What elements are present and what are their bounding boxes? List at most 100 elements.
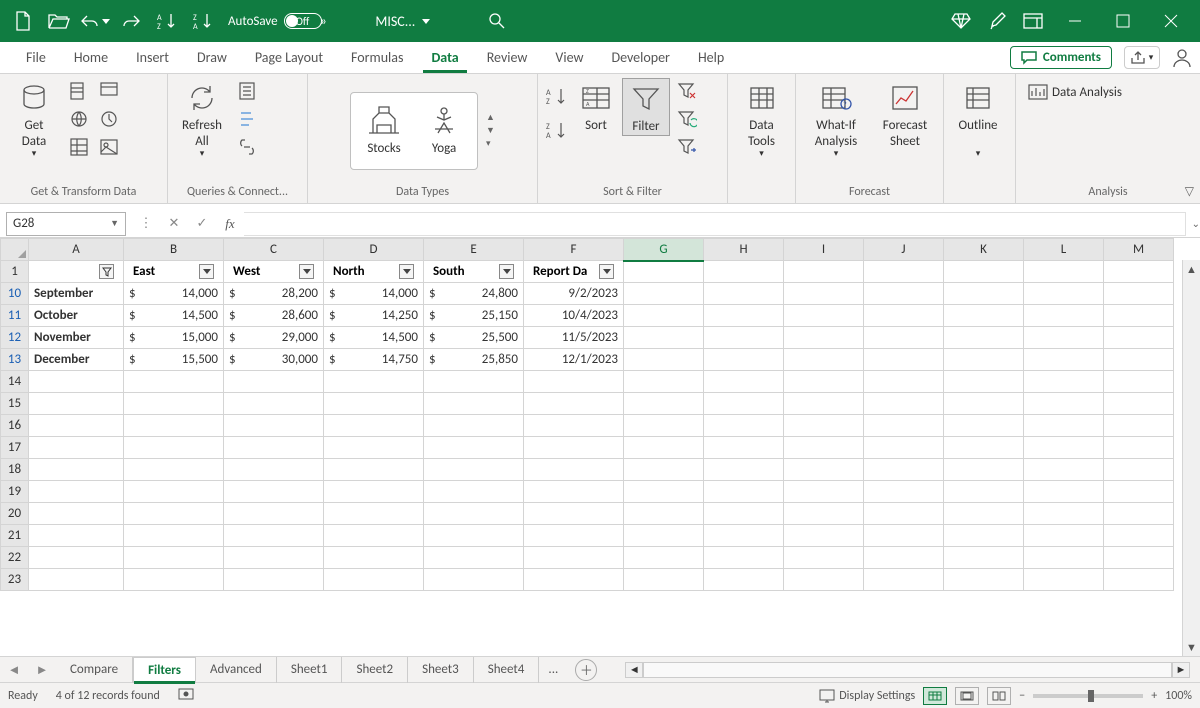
refresh-all-button[interactable]: Refresh All▾ (174, 78, 230, 160)
col-header-L[interactable]: L (1024, 239, 1104, 261)
cell-date[interactable]: 9/2/2023 (524, 283, 624, 305)
get-data-button[interactable]: Get Data▾ (6, 78, 62, 160)
worksheet-grid[interactable]: ABCDEFGHIJKLM1EastWestNorthSouthReport D… (0, 238, 1200, 656)
filter-dropdown-icon[interactable] (199, 264, 214, 279)
maximize-button[interactable] (1100, 0, 1146, 42)
row-header-23[interactable]: 23 (1, 569, 29, 591)
data-types-gallery[interactable]: Stocks Yoga (350, 92, 478, 170)
cell-north[interactable]: $14,000 (324, 283, 424, 305)
col-header-J[interactable]: J (864, 239, 944, 261)
sheet-tab-sheet3[interactable]: Sheet3 (408, 657, 474, 683)
table-header-3[interactable]: North (329, 264, 418, 279)
edit-links-icon[interactable] (234, 134, 260, 160)
sort-button[interactable]: ZA Sort (574, 78, 618, 134)
data-analysis-button[interactable]: Data Analysis (1022, 82, 1128, 102)
cell-east[interactable]: $15,000 (124, 327, 224, 349)
tab-developer[interactable]: Developer (597, 42, 683, 73)
row-header-15[interactable]: 15 (1, 393, 29, 415)
vertical-scrollbar[interactable]: ▲ ▼ (1182, 260, 1200, 656)
tab-insert[interactable]: Insert (122, 42, 183, 73)
hscroll-right[interactable]: ► (1172, 662, 1190, 678)
col-header-D[interactable]: D (324, 239, 424, 261)
tab-help[interactable]: Help (684, 42, 738, 73)
undo-button[interactable] (78, 4, 112, 38)
insert-function-icon[interactable]: fx (216, 212, 244, 236)
scroll-down[interactable]: ▼ (1183, 638, 1200, 656)
sheet-tab-filters[interactable]: Filters (133, 657, 196, 683)
reapply-icon[interactable] (674, 106, 700, 132)
tab-data[interactable]: Data (417, 42, 472, 73)
macro-record-icon[interactable] (178, 687, 194, 705)
cell-east[interactable]: $14,000 (124, 283, 224, 305)
stocks-type[interactable]: Stocks (365, 105, 403, 156)
tab-more[interactable]: ... (539, 662, 567, 677)
sort-asc-button[interactable]: AZ (544, 84, 570, 110)
cell-date[interactable]: 10/4/2023 (524, 305, 624, 327)
col-header-I[interactable]: I (784, 239, 864, 261)
sort-asc-icon[interactable]: AZ (150, 4, 184, 38)
sheet-tab-compare[interactable]: Compare (56, 657, 133, 683)
cell-west[interactable]: $29,000 (224, 327, 324, 349)
share-button[interactable]: ▾ (1124, 46, 1160, 69)
tab-draw[interactable]: Draw (183, 42, 241, 73)
cell-month[interactable]: December (29, 349, 124, 371)
col-header-A[interactable]: A (29, 239, 124, 261)
cell-month[interactable]: September (29, 283, 124, 305)
zoom-level[interactable]: 100% (1165, 689, 1192, 703)
from-text-icon[interactable] (66, 78, 92, 104)
filter-dropdown-icon[interactable] (599, 264, 614, 279)
search-icon[interactable] (480, 4, 514, 38)
tab-file[interactable]: File (12, 42, 60, 73)
row-header-16[interactable]: 16 (1, 415, 29, 437)
expand-formula-bar[interactable]: ⌄ (1192, 217, 1200, 230)
row-header-22[interactable]: 22 (1, 547, 29, 569)
sheet-tab-sheet4[interactable]: Sheet4 (474, 657, 540, 683)
row-header-18[interactable]: 18 (1, 459, 29, 481)
clear-filter-icon[interactable] (674, 78, 700, 104)
tab-review[interactable]: Review (473, 42, 542, 73)
filter-dropdown-icon[interactable] (399, 264, 414, 279)
row-header-11[interactable]: 11 (1, 305, 29, 327)
row-header-1[interactable]: 1 (1, 261, 29, 283)
from-picture-icon[interactable] (96, 134, 122, 160)
col-header-E[interactable]: E (424, 239, 524, 261)
gallery-up[interactable]: ▲ (486, 112, 495, 123)
row-header-10[interactable]: 10 (1, 283, 29, 305)
cell-month[interactable]: October (29, 305, 124, 327)
cancel-formula-icon[interactable]: ✕ (160, 212, 188, 236)
zoom-out-button[interactable]: − (1019, 689, 1025, 703)
redo-button[interactable] (114, 4, 148, 38)
zoom-slider[interactable] (1033, 694, 1143, 698)
from-web-icon[interactable] (66, 106, 92, 132)
cell-south[interactable]: $25,850 (424, 349, 524, 371)
account-icon[interactable] (1164, 42, 1200, 73)
fbar-more[interactable]: ⋮ (132, 212, 160, 236)
tab-scroll-left[interactable]: ◄ (0, 662, 28, 678)
diamond-icon[interactable] (944, 4, 978, 38)
ribbon-display-icon[interactable] (1016, 4, 1050, 38)
data-tools-button[interactable]: Data Tools▾ (734, 78, 789, 160)
sheet-tab-sheet1[interactable]: Sheet1 (277, 657, 343, 683)
cell-west[interactable]: $28,600 (224, 305, 324, 327)
cell-south[interactable]: $25,150 (424, 305, 524, 327)
cell-north[interactable]: $14,250 (324, 305, 424, 327)
scroll-up[interactable]: ▲ (1183, 260, 1200, 278)
comments-button[interactable]: Comments (1010, 46, 1112, 69)
row-header-19[interactable]: 19 (1, 481, 29, 503)
add-sheet-button[interactable]: ＋ (575, 659, 597, 681)
cell-west[interactable]: $30,000 (224, 349, 324, 371)
autosave-toggle[interactable]: AutoSave Off (228, 13, 309, 29)
cell-date[interactable]: 12/1/2023 (524, 349, 624, 371)
gallery-more[interactable]: ▾ (486, 138, 495, 149)
formula-input[interactable] (244, 212, 1186, 236)
col-header-F[interactable]: F (524, 239, 624, 261)
queries-icon[interactable] (234, 78, 260, 104)
row-header-14[interactable]: 14 (1, 371, 29, 393)
cell-month[interactable]: November (29, 327, 124, 349)
col-header-G[interactable]: G (624, 239, 704, 261)
col-header-H[interactable]: H (704, 239, 784, 261)
normal-view-button[interactable] (923, 687, 947, 705)
brush-icon[interactable] (980, 4, 1014, 38)
cell-east[interactable]: $14,500 (124, 305, 224, 327)
page-break-button[interactable] (987, 687, 1011, 705)
